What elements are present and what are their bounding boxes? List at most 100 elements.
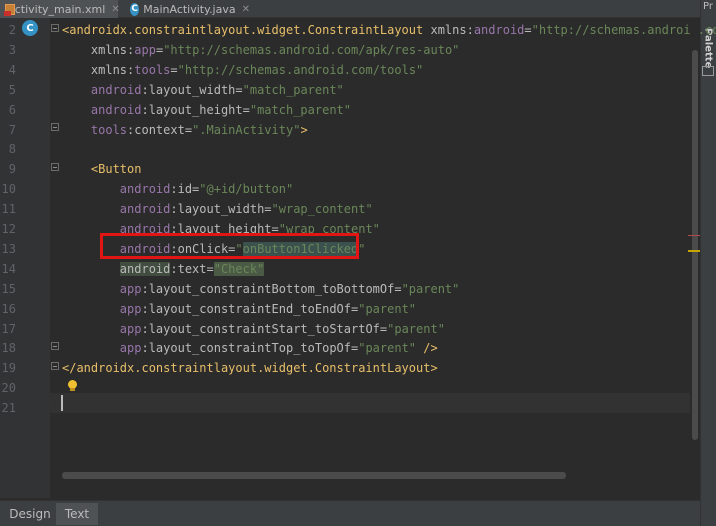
code-token: :layout_constraintStart_toStartOf= — [141, 321, 388, 336]
code-token: <androidx.constraintlayout.widget.Constr… — [62, 23, 431, 37]
current-line-highlight — [50, 393, 690, 413]
code-token: xmlns: — [90, 62, 135, 77]
line-number: 19 — [1, 361, 16, 376]
code-line[interactable]: android:layout_height="match_parent" — [62, 100, 351, 120]
vertical-scroll-thumb[interactable] — [692, 50, 698, 440]
code-token: "wrap_content" — [271, 202, 373, 217]
line-number: 20 — [1, 381, 16, 396]
code-token: :layout_width= — [170, 202, 272, 217]
code-line[interactable]: app:layout_constraintStart_toStartOf="pa… — [62, 319, 445, 339]
code-token: "@+id/button" — [199, 182, 294, 197]
line-number: 8 — [8, 142, 16, 157]
code-token: android — [119, 202, 171, 217]
fold-marker-icon[interactable] — [50, 342, 60, 352]
code-token: = — [170, 62, 178, 77]
code-line[interactable]: xmlns:tools="http://schemas.android.com/… — [62, 60, 423, 80]
code-token: :context= — [127, 122, 193, 137]
code-line[interactable]: android:layout_width="match_parent" — [62, 80, 344, 100]
code-line[interactable]: android:layout_width="wrap_content" — [62, 199, 373, 219]
code-token: :id= — [170, 182, 200, 197]
line-number: 3 — [8, 42, 16, 57]
tab-design[interactable]: Design — [4, 503, 56, 525]
code-token: app — [119, 281, 142, 296]
code-token: android — [473, 23, 525, 37]
highlight-annotation-box — [100, 233, 359, 259]
fold-marker-icon[interactable] — [50, 24, 60, 34]
tab-text[interactable]: Text — [56, 503, 98, 525]
bottom-tab-bar — [0, 500, 700, 526]
right-tool-strip — [700, 0, 716, 526]
line-number: 17 — [1, 321, 16, 336]
fold-marker-icon[interactable] — [50, 362, 60, 372]
code-token: "parent" — [358, 301, 417, 316]
code-line[interactable]: tools:context=".MainActivity"> — [62, 120, 308, 140]
code-token: app — [119, 321, 142, 336]
code-line[interactable]: </androidx.constraintlayout.widget.Const… — [62, 358, 438, 378]
error-stripe-marker[interactable] — [688, 235, 700, 236]
warning-stripe-marker[interactable] — [688, 250, 700, 252]
code-token: /> — [416, 341, 438, 356]
code-token: "http://schemas.android.com/ — [531, 23, 716, 37]
code-token: :layout_constraintEnd_toEndOf= — [141, 301, 359, 316]
line-number: 10 — [1, 182, 16, 197]
code-token: android — [119, 261, 171, 276]
code-token: :text= — [170, 261, 214, 276]
line-number: 13 — [1, 241, 16, 256]
line-number: 11 — [1, 202, 16, 217]
text-cursor — [61, 395, 63, 411]
activity-class-gutter-icon[interactable]: C — [22, 20, 38, 36]
code-token: " — [358, 241, 366, 256]
code-token: "match_parent" — [242, 82, 344, 97]
tab-activity-main-xml[interactable]: activity_main.xml ✕ — [0, 0, 120, 18]
line-number: 16 — [1, 301, 16, 316]
line-number: 18 — [1, 341, 16, 356]
code-line[interactable]: app:layout_constraintEnd_toEndOf="parent… — [62, 299, 416, 319]
code-line[interactable]: android:text="Check" — [62, 259, 265, 279]
code-token: "match_parent" — [249, 102, 352, 117]
code-line[interactable]: android:id="@+id/button" — [62, 179, 293, 199]
code-line[interactable]: <Button — [62, 159, 142, 179]
code-token: :layout_width= — [141, 82, 243, 97]
code-token: tools — [90, 122, 128, 137]
lightbulb-icon[interactable] — [68, 380, 77, 392]
code-line[interactable]: <androidx.constraintlayout.widget.Constr… — [62, 20, 716, 40]
tab-label: activity_main.xml — [8, 2, 106, 16]
code-line[interactable]: app:layout_constraintBottom_toBottomOf="… — [62, 279, 460, 299]
code-token: "parent" — [401, 281, 460, 296]
line-number: 2 — [8, 23, 16, 37]
close-icon[interactable]: ✕ — [242, 4, 250, 15]
code-token: app — [119, 341, 142, 356]
code-token: app — [134, 42, 156, 57]
horizontal-scroll-thumb[interactable] — [62, 472, 566, 479]
code-line[interactable]: app:layout_constraintTop_toTopOf="parent… — [62, 338, 438, 358]
fold-marker-icon[interactable] — [50, 123, 60, 133]
code-token: :layout_constraintBottom_toBottomOf= — [141, 281, 402, 296]
line-number: 21 — [1, 401, 16, 416]
fold-marker-icon[interactable] — [50, 163, 60, 173]
code-token: <Button — [90, 162, 142, 177]
code-token: android — [90, 102, 142, 117]
code-token: > — [300, 122, 308, 137]
code-token: </androidx.constraintlayout.widget.Const… — [62, 361, 438, 376]
line-number: 15 — [1, 281, 16, 296]
code-line[interactable]: xmlns:app="http://schemas.android.com/ap… — [62, 40, 460, 60]
code-token: xmlns: — [90, 42, 135, 57]
code-token: :layout_height= — [141, 102, 250, 117]
code-token: app — [119, 301, 142, 316]
code-token: = — [524, 23, 532, 37]
code-token: android — [119, 182, 171, 197]
tab-main-activity-java[interactable]: C MainActivity.java ✕ — [126, 0, 250, 18]
close-icon[interactable]: ✕ — [111, 4, 119, 15]
project-tool-label[interactable]: Pr — [703, 1, 713, 12]
